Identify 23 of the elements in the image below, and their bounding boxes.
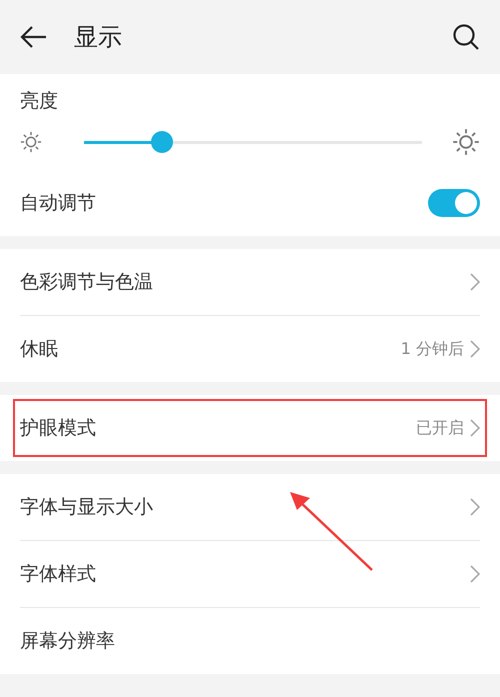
settings-row[interactable]: 护眼模式 已开启 — [20, 395, 480, 461]
setting-label: 字体样式 — [20, 562, 97, 587]
setting-label: 护眼模式 — [20, 416, 97, 441]
setting-label: 字体与显示大小 — [20, 495, 154, 520]
brightness-label: 亮度 — [20, 90, 58, 112]
page-title: 显示 — [74, 22, 123, 53]
settings-row[interactable]: 字体与显示大小 — [20, 474, 480, 540]
setting-label: 屏幕分辨率 — [20, 629, 116, 654]
settings-row[interactable]: 休眠 1 分钟后 — [20, 315, 480, 382]
setting-label: 休眠 — [20, 337, 59, 362]
search-icon[interactable] — [452, 23, 480, 51]
slider-thumb[interactable] — [150, 131, 173, 153]
setting-value: 1 分钟后 — [400, 338, 464, 360]
settings-row[interactable]: 色彩调节与色温 — [20, 249, 480, 315]
settings-row[interactable]: 字体样式 — [20, 540, 480, 607]
back-arrow-icon[interactable] — [20, 25, 48, 49]
setting-label: 色彩调节与色温 — [20, 270, 154, 295]
bright-sun-icon — [452, 128, 480, 156]
setting-value: 已开启 — [416, 418, 464, 438]
toggle-switch[interactable] — [428, 189, 480, 217]
settings-row[interactable]: 屏幕分辨率 — [20, 607, 480, 674]
dim-sun-icon — [20, 131, 42, 153]
setting-label: 自动调节 — [20, 191, 97, 216]
